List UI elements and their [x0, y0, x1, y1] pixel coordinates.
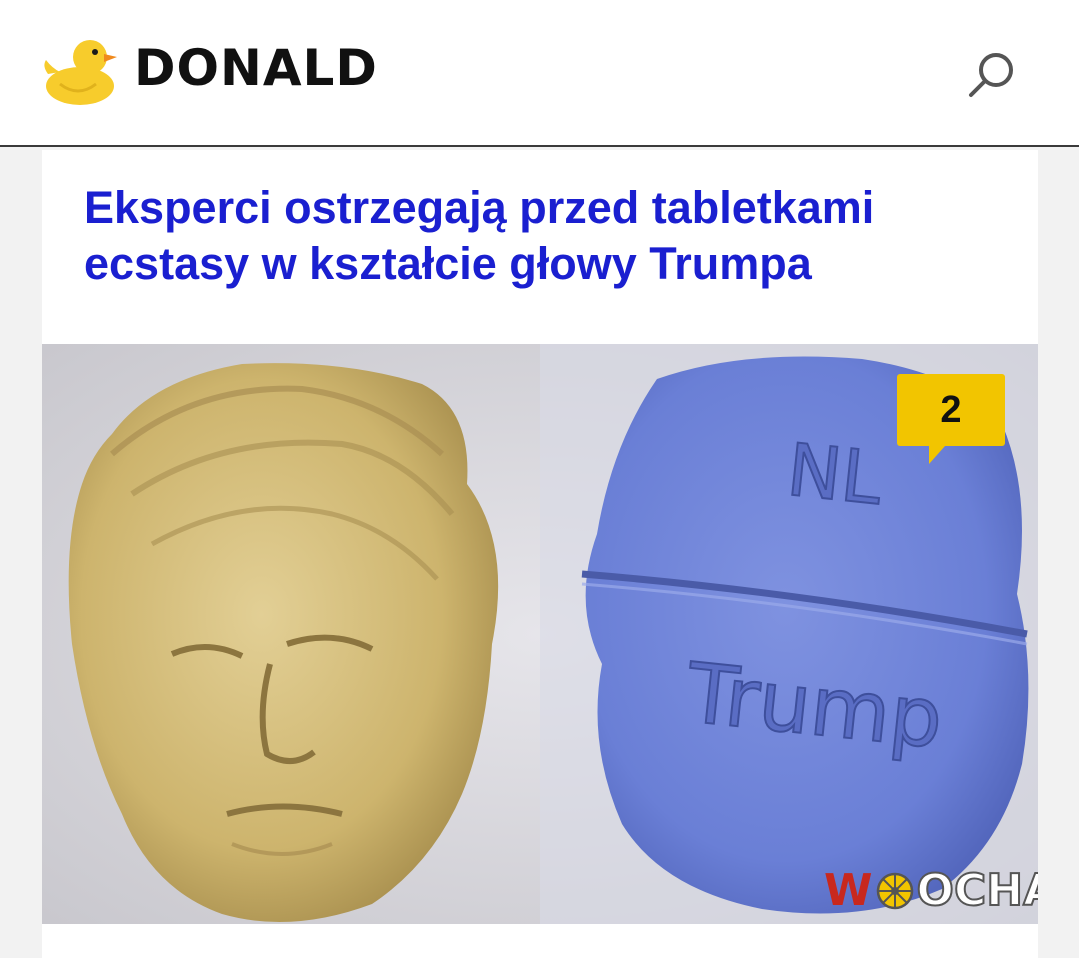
article-title[interactable]: Eksperci ostrzegają przed tabletkami ecs…: [84, 180, 1004, 292]
badge-tail: [929, 446, 945, 464]
site-header: DONALD: [0, 0, 1079, 147]
search-button[interactable]: [962, 46, 1022, 106]
pill-text-nl: NL: [783, 427, 885, 520]
pills-photo: NL Trump: [42, 344, 1038, 924]
watermark-text: OCHA: [916, 865, 1038, 916]
search-icon: [969, 53, 1013, 97]
article-card: Eksperci ostrzegają przed tabletkami ecs…: [42, 150, 1038, 958]
duck-icon: [44, 40, 117, 105]
wiocha-watermark: W OCHA: [824, 865, 1038, 916]
watermark-letter-w: W: [824, 865, 873, 916]
article-image[interactable]: NL Trump 2 W OCHA: [42, 344, 1038, 924]
brand-name: DONALD: [134, 39, 378, 97]
comments-count: 2: [940, 389, 962, 431]
site-logo[interactable]: DONALD: [40, 28, 378, 108]
wheel-icon: [876, 872, 913, 910]
comments-badge[interactable]: 2: [897, 374, 1005, 464]
